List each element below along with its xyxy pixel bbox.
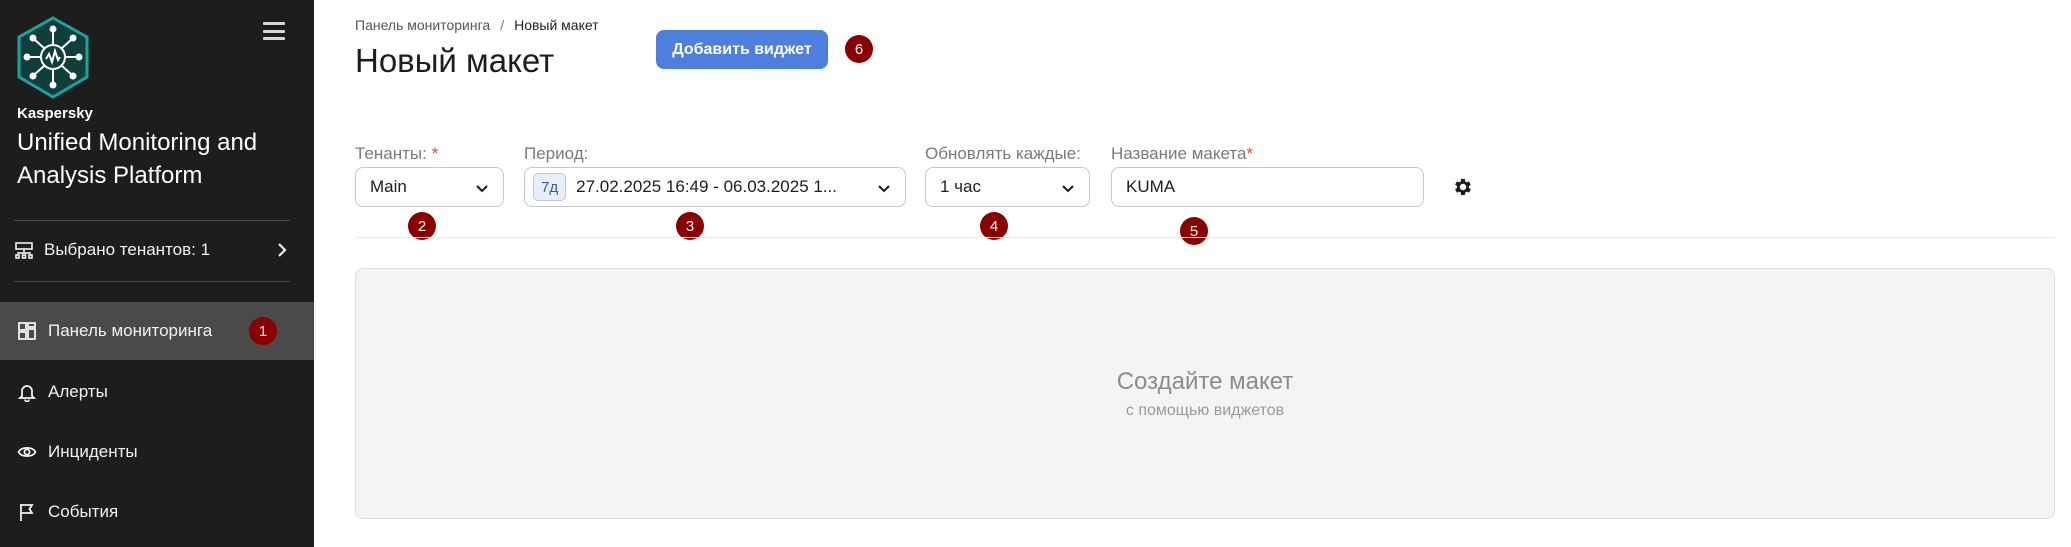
period-select[interactable]: 7д 27.02.2025 16:49 - 06.03.2025 1...	[524, 167, 906, 207]
sidebar-item-label: Алерты	[48, 382, 108, 401]
sidebar-item-label: Инциденты	[48, 442, 138, 461]
app-window: Kaspersky Unified Monitoring and Analysi…	[0, 0, 2071, 547]
sidebar-item-label: Панель мониторинга	[48, 321, 213, 340]
tenants-label-text: Тенанты:	[355, 144, 427, 163]
kuma-logo	[16, 16, 90, 100]
brand-vendor: Kaspersky	[17, 105, 93, 122]
add-widget-button[interactable]: Добавить виджет	[656, 30, 828, 69]
sidebar-divider	[14, 281, 290, 282]
annotation-badge: 6	[845, 35, 873, 63]
sidebar-item-events[interactable]: События	[0, 483, 314, 541]
flag-icon	[17, 502, 37, 522]
tenants-select-value: Main	[370, 177, 407, 196]
empty-state-title: Создайте макет	[1116, 367, 1294, 395]
dashboard-icon	[17, 321, 37, 341]
annotation-badge: 5	[1180, 217, 1208, 245]
tenants-select[interactable]: Main	[355, 167, 504, 207]
layout-name-label-text: Название макета	[1111, 144, 1247, 163]
tenants-icon	[14, 240, 34, 260]
period-label: Период:	[524, 144, 589, 163]
tenants-label: Тенанты: *	[355, 144, 438, 164]
chevron-down-icon	[475, 181, 489, 201]
tenant-selector[interactable]: Выбрано тенантов: 1	[14, 232, 290, 268]
eye-icon	[17, 442, 37, 462]
layout-name-label: Название макета*	[1111, 144, 1253, 164]
period-select-value: 27.02.2025 16:49 - 06.03.2025 1...	[576, 177, 837, 196]
brand-product-name: Unified Monitoring and Analysis Platform	[17, 129, 258, 189]
sidebar-item-label: События	[48, 502, 119, 521]
layout-canvas: Создайте макет с помощью виджетов	[355, 268, 2055, 519]
breadcrumb-current: Новый макет	[514, 17, 599, 33]
period-preset-tag: 7д	[533, 173, 567, 201]
gear-icon[interactable]	[1452, 176, 1474, 198]
section-divider	[355, 237, 2055, 238]
sidebar-item-incidents[interactable]: Инциденты	[0, 423, 314, 481]
required-mark: *	[431, 144, 439, 163]
chevron-down-icon	[1061, 181, 1075, 201]
chevron-down-icon	[877, 181, 891, 201]
sidebar-item-alerts[interactable]: Алерты	[0, 363, 314, 421]
annotation-badge: 3	[676, 212, 704, 240]
bell-icon	[17, 382, 37, 402]
refresh-label: Обновлять каждые:	[925, 144, 1081, 163]
sidebar: Kaspersky Unified Monitoring and Analysi…	[0, 0, 314, 547]
menu-toggle-icon[interactable]	[263, 22, 285, 40]
refresh-interval-select[interactable]: 1 час	[925, 167, 1090, 207]
breadcrumb: Панель мониторинга / Новый макет	[355, 17, 599, 33]
required-mark: *	[1246, 144, 1254, 163]
breadcrumb-parent-link[interactable]: Панель мониторинга	[355, 17, 490, 33]
layout-name-input[interactable]	[1111, 167, 1424, 207]
annotation-badge: 2	[408, 212, 436, 240]
sidebar-divider	[14, 220, 290, 221]
tenants-selected-label: Выбрано тенантов: 1	[44, 240, 211, 259]
annotation-badge: 4	[980, 212, 1008, 240]
page-title: Новый макет	[355, 42, 555, 79]
chevron-right-icon	[276, 241, 288, 264]
annotation-badge: 1	[249, 317, 277, 345]
empty-state-subtitle: с помощью виджетов	[1125, 401, 1285, 419]
refresh-select-value: 1 час	[940, 177, 981, 196]
breadcrumb-separator: /	[500, 17, 505, 33]
